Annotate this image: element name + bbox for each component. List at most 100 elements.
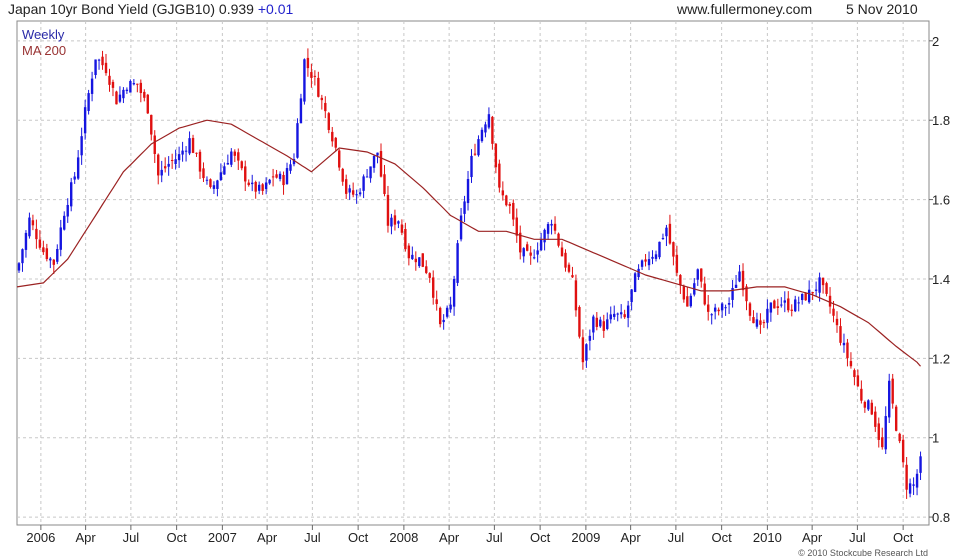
candle-body (435, 299, 438, 305)
candle-body (647, 259, 651, 266)
candle-body (532, 257, 536, 259)
x-tick-label: Apr (621, 530, 642, 545)
candle-body (773, 300, 776, 309)
candle-body (574, 280, 578, 311)
candle-body (522, 248, 525, 257)
candle-body (202, 168, 205, 179)
candle-body (313, 75, 317, 77)
legend-weekly: Weekly (22, 27, 65, 42)
legend-ma200: MA 200 (22, 43, 67, 58)
candle-body (762, 322, 766, 324)
candle-body (651, 256, 654, 259)
y-tick-label: 1 (932, 431, 939, 446)
candle-body (240, 161, 243, 169)
candle (891, 373, 894, 409)
candle-body (452, 278, 456, 307)
candle-body (877, 423, 880, 440)
last-value: 0.939 (218, 1, 254, 17)
candle-body (390, 217, 393, 227)
x-axis: 2006 Apr Jul Oct 2007 Apr Jul Oct 2008 Apr Jul Oct 2… (26, 525, 914, 545)
candle-body (285, 168, 289, 185)
candle-body (31, 220, 35, 226)
candle-body (101, 56, 104, 66)
candle-body (49, 258, 52, 261)
candle-body (487, 114, 491, 128)
candle-body (529, 252, 532, 256)
candle-body (776, 306, 780, 309)
candle-body (599, 319, 602, 327)
candle-body (223, 166, 226, 175)
candle-body (689, 295, 693, 307)
candle-body (244, 166, 247, 182)
candle-body (275, 174, 278, 178)
source-url: www.fullermoney.com (677, 1, 813, 17)
x-tick-label: Apr (76, 530, 97, 545)
candle-body (901, 439, 905, 463)
candle-body (209, 179, 212, 187)
candle-body (571, 275, 574, 278)
candle (303, 58, 306, 105)
candle-body (338, 150, 341, 168)
change-value: +0.01 (257, 1, 294, 17)
candle-body (710, 314, 713, 316)
candle-body (212, 185, 216, 189)
candle-body (769, 302, 773, 313)
candle (421, 253, 424, 268)
candle-body (912, 484, 915, 486)
candle-body (344, 179, 348, 194)
candle-body (226, 163, 230, 165)
x-tick-label: Apr (802, 530, 823, 545)
candle-body (254, 181, 257, 192)
candle-body (414, 258, 418, 263)
candle-body (358, 192, 362, 195)
x-tick-label: Jul (668, 530, 685, 545)
candle-body (717, 309, 720, 312)
candle (894, 404, 898, 432)
candle-body (125, 89, 129, 92)
candle-body (665, 227, 668, 237)
candle-body (658, 241, 661, 258)
candle (888, 373, 891, 423)
x-tick-label: Oct (893, 530, 914, 545)
candle-body (832, 308, 835, 316)
candle (129, 79, 132, 93)
candle-body (28, 217, 31, 237)
candle-body (849, 361, 853, 367)
candle-body (644, 259, 647, 262)
candle-body (553, 223, 557, 231)
candle-body (174, 159, 177, 165)
candle-body (97, 59, 101, 61)
candle-body (470, 155, 473, 178)
candle-body (550, 223, 553, 226)
candle-body (195, 152, 198, 154)
candle-body (874, 411, 877, 427)
candle-body (814, 289, 818, 291)
candle-body (818, 277, 821, 293)
candle-body (247, 182, 250, 186)
candle-body (825, 283, 828, 294)
candle-body (592, 316, 595, 333)
candle-body (766, 308, 769, 323)
candle-body (484, 124, 487, 133)
candle-body (700, 268, 703, 282)
y-tick-label: 1.8 (932, 113, 950, 128)
candle-body (76, 157, 80, 179)
candle-body (602, 321, 605, 331)
candle-body (251, 182, 254, 185)
candle-body (139, 82, 143, 94)
candle-body (136, 83, 139, 85)
candle-body (477, 139, 480, 156)
x-tick-label: 2006 (26, 530, 55, 545)
candle-body (720, 303, 724, 311)
candle (773, 299, 776, 309)
candle-body (686, 296, 689, 307)
candle-body (626, 305, 630, 318)
candle-body (891, 378, 894, 404)
candle-body (198, 151, 202, 172)
y-axis: 0.8 1 1.2 1.4 1.6 1.8 2 (929, 34, 950, 525)
candle-body (334, 137, 337, 148)
candle-body (303, 59, 306, 102)
candle-body (257, 184, 261, 191)
candle-body (543, 229, 546, 243)
candle-body (442, 319, 445, 323)
